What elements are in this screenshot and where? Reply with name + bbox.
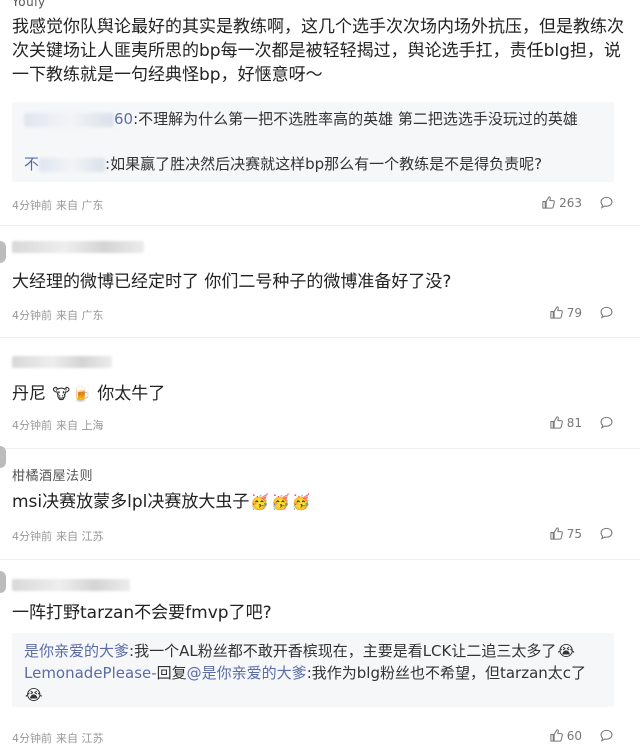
reply-item: 60:不理解为什么第一把不选胜率高的英雄 第二把选选手没玩过的英雄 [24,108,604,130]
like-button[interactable]: 263 [541,195,582,210]
like-button[interactable]: 75 [549,526,582,541]
comment-location: 来自 广东 [56,199,104,212]
like-button[interactable]: 60 [549,728,582,743]
comment-bubble-icon[interactable] [599,305,614,320]
comment-time: 4分钟前 [12,419,52,432]
crying-face-emoji: 😭 [557,642,575,660]
comment-location: 来自 江苏 [56,530,104,543]
username-blur [39,157,106,172]
comment-location: 来自 上海 [56,419,104,432]
reply-word: 回复 [156,664,187,682]
avatar[interactable] [0,446,6,468]
comment-location: 来自 广东 [56,309,104,322]
username-blurred[interactable] [12,241,144,253]
reply-username[interactable]: LemonadePlease- [24,664,157,682]
comment-bubble-icon[interactable] [599,415,614,430]
username-blurred[interactable] [12,356,112,368]
comment-bubble-icon[interactable] [599,728,614,743]
comment-item: Youly 我感觉你队舆论最好的其实是教练啊，这几个选手次次场内场外抗压，但是教… [0,0,640,226]
party-face-emoji: 🥳 [271,493,290,511]
reply-text: 我作为blg粉丝也不希望，但tarzan太c了 [311,664,587,682]
like-button[interactable]: 79 [549,305,582,320]
thumbs-up-icon [550,416,563,429]
comment-item: 一阵打野tarzan不会要fmvp了吧? 是你亲爱的大爹:我一个AL粉丝都不敢开… [0,561,640,750]
thumbs-up-icon [550,527,563,540]
comment-time: 4分钟前 [12,199,52,212]
reply-username[interactable]: 60 [24,110,133,128]
thumbs-up-icon [550,729,563,742]
comment-time: 4分钟前 [12,309,52,322]
comment-bubble-icon[interactable] [599,526,614,541]
avatar[interactable] [0,571,6,593]
comment-text: 我感觉你队舆论最好的其实是教练啊，这几个选手次次场内场外抗压，但是教练次次关键场… [12,17,624,85]
comment-text: 大经理的微博已经定时了 你们二号种子的微博准备好了没? [12,272,452,292]
party-face-emoji: 🥳 [250,493,270,511]
like-button[interactable]: 81 [549,415,582,430]
like-count: 75 [566,526,582,541]
reply-text: 如果赢了胜决然后决赛就这样bp那么有一个教练是不是得负责呢? [110,155,543,173]
comment-time: 4分钟前 [12,732,52,745]
comment-username[interactable]: 柑橘酒屋法则 [12,465,93,484]
like-count: 60 [566,728,582,743]
username-blur [24,112,114,127]
reply-item: 不:如果赢了胜决然后决赛就这样bp那么有一个教练是不是得负责呢? [24,155,543,173]
avatar[interactable] [0,241,6,263]
comment-text: msi决赛放蒙多lpl决赛放大虫子🥳 🥳 🥳 [12,492,311,512]
reply-username[interactable]: 不 [24,155,106,173]
thumbs-up-icon [542,196,555,209]
comment-bubble-icon[interactable] [599,195,614,210]
comment-username[interactable]: Youly [12,0,46,9]
reply-username[interactable]: 是你亲爱的大爹 [24,642,129,660]
like-count: 79 [566,305,582,320]
reply-item: LemonadePlease-回复@是你亲爱的大爹:我作为blg粉丝也不希望，但… [24,664,587,704]
reply-item: 是你亲爱的大爹:我一个AL粉丝都不敢开香槟现在，主要是看LCK让二追三太多了😭 [24,642,575,660]
like-count: 263 [559,195,582,210]
comment-text: 丹尼 🐮 🍺 你太牛了 [12,384,166,404]
reply-box: 是你亲爱的大爹:我一个AL粉丝都不敢开香槟现在，主要是看LCK让二追三太多了😭 … [12,633,614,707]
comment-text: 一阵打野tarzan不会要fmvp了吧? [12,603,272,623]
cow-emoji: 🐮 [52,385,71,403]
username-blurred[interactable] [12,579,130,591]
comment-meta: 4分钟前 来自 广东 [12,307,108,323]
comment-location: 来自 江苏 [56,732,104,745]
comment-meta: 4分钟前 来自 江苏 [12,730,108,746]
party-face-emoji: 🥳 [291,493,311,511]
mention-link[interactable]: @是你亲爱的大爹 [187,664,307,682]
comment-item: 柑橘酒屋法则 msi决赛放蒙多lpl决赛放大虫子🥳 🥳 🥳 4分钟前 来自 江苏 75 [0,446,640,560]
reply-text: 不理解为什么第一把不选胜率高的英雄 第二把选选手没玩过的英雄 [138,110,578,128]
crying-face-emoji: 😭 [25,686,43,704]
beer-emoji: 🍺 [72,385,91,403]
comment-time: 4分钟前 [12,530,52,543]
thumbs-up-icon [550,306,563,319]
comment-meta: 4分钟前 来自 上海 [12,417,108,433]
comment-meta: 4分钟前 来自 江苏 [12,528,108,544]
like-count: 81 [566,415,582,430]
reply-box: 60:不理解为什么第一把不选胜率高的英雄 第二把选选手没玩过的英雄 不:如果赢了… [12,102,614,182]
comment-item: 丹尼 🐮 🍺 你太牛了 4分钟前 来自 上海 81 [0,339,640,449]
comment-item: 大经理的微博已经定时了 你们二号种子的微博准备好了没? 4分钟前 来自 广东 79 [0,227,640,338]
reply-text: 我一个AL粉丝都不敢开香槟现在，主要是看LCK让二追三太多了 [134,642,557,660]
comment-meta: 4分钟前 来自 广东 [12,197,108,213]
